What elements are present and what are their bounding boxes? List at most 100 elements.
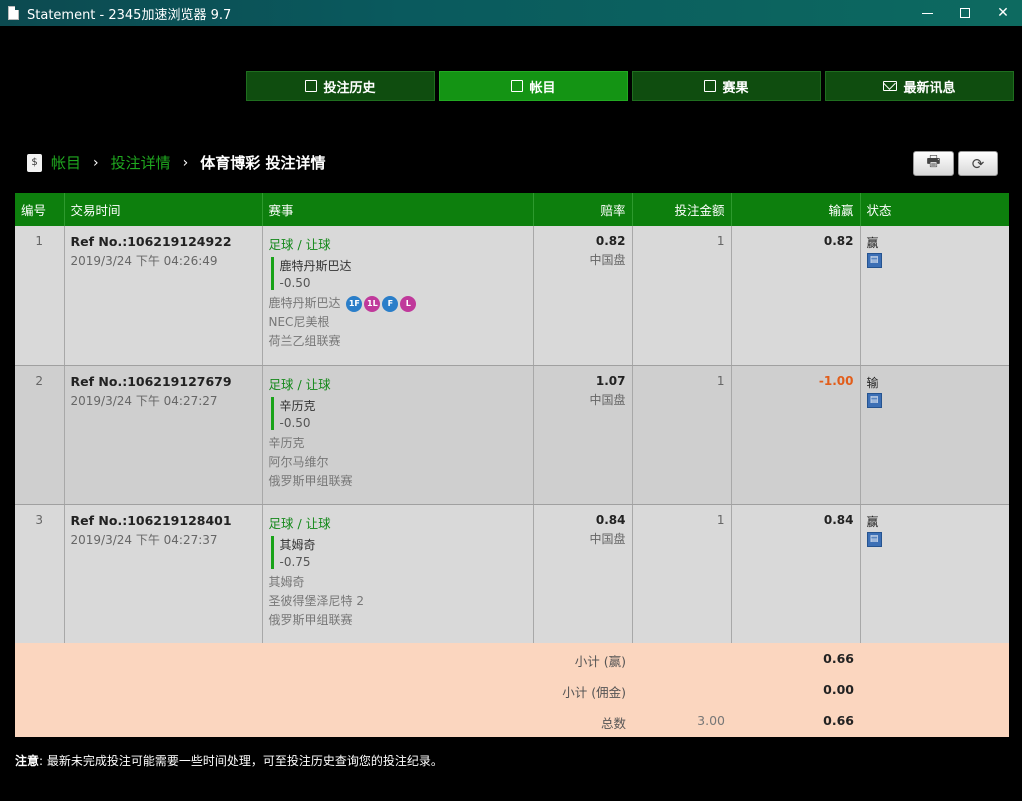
ref-cell: Ref No.:106219124922 2019/3/24 下午 04:26:…: [64, 226, 263, 366]
breadcrumb-current: 体育博彩 投注详情: [200, 154, 326, 172]
result-detail-icon[interactable]: ▤: [866, 253, 882, 268]
tab-label: 赛果: [722, 80, 749, 96]
subtotal-commission-label: 小计 (佣金): [562, 685, 626, 700]
event-cell: 足球 / 让球 其姆奇 -0.75 其姆奇 圣彼得堡泽尼特 2 俄罗斯甲组联赛: [262, 504, 534, 644]
sport-type: 足球 / 让球: [268, 237, 331, 252]
notice-text: : 最新未完成投注可能需要一些时间处理，可至投注历史查询您的投注纪录。: [39, 754, 443, 768]
winloss-value: -1.00: [818, 373, 854, 388]
ref-no: Ref No.:106219124922: [70, 234, 232, 249]
first-half-badge[interactable]: 1F: [346, 295, 363, 312]
selection-block: 辛历克 -0.50: [270, 396, 527, 430]
maximize-button[interactable]: [946, 0, 984, 26]
row-number: 2: [15, 365, 65, 505]
event-cell: 足球 / 让球 辛历克 -0.50 辛历克 阿尔马维尔 俄罗斯甲组联赛: [262, 365, 534, 505]
selection-block: 鹿特丹斯巴达 -0.50: [270, 257, 527, 290]
results-icon: [704, 80, 717, 92]
total-value: 0.66: [823, 713, 854, 728]
breadcrumb: $ 帐目 › 投注详情 › 体育博彩 投注详情: [27, 152, 325, 173]
home-team: 其姆奇: [268, 574, 305, 589]
breadcrumb-separator: ›: [182, 154, 189, 171]
txn-time: 2019/3/24 下午 04:27:27: [70, 393, 218, 408]
print-button[interactable]: 🖶: [913, 151, 954, 176]
history-icon: [305, 80, 318, 92]
first-half-live-badge[interactable]: 1L: [364, 295, 381, 312]
handicap: -0.50: [279, 276, 311, 290]
mail-icon: [883, 81, 898, 91]
table-row: 1 Ref No.:106219124922 2019/3/24 下午 04:2…: [15, 226, 1009, 366]
row-number: 3: [15, 504, 65, 644]
result-detail-icon[interactable]: ▤: [866, 392, 882, 408]
breadcrumb-statement-link[interactable]: 帐目: [51, 152, 81, 173]
sport-type: 足球 / 让球: [268, 376, 331, 392]
away-team: 阿尔马维尔: [268, 454, 329, 469]
notice: 注意: 最新未完成投注可能需要一些时间处理，可至投注历史查询您的投注纪录。: [15, 752, 443, 769]
match-info: 辛历克 阿尔马维尔 俄罗斯甲组联赛: [269, 434, 527, 491]
status-text: 输: [866, 375, 879, 390]
col-stake: 投注金额: [632, 193, 732, 226]
summary-panel: 小计 (赢) 0.66 小计 (佣金) 0.00 总数 3.00 0.66: [15, 643, 1009, 737]
handicap: -0.50: [279, 415, 311, 430]
odds-value: 1.07: [595, 373, 626, 388]
home-team: 辛历克: [268, 435, 305, 450]
league: 荷兰乙组联赛: [268, 334, 341, 348]
table-row: 2 Ref No.:106219127679 2019/3/24 下午 04:2…: [15, 365, 1009, 505]
txn-time: 2019/3/24 下午 04:27:37: [70, 532, 218, 547]
tab-statement[interactable]: 帐目: [439, 71, 628, 101]
minimize-icon: [921, 12, 933, 14]
toolbar: 🖶 ⟳: [913, 151, 998, 176]
window-titlebar: Statement - 2345加速浏览器 9.7 ✕: [0, 0, 1022, 26]
printer-icon: 🖶: [926, 152, 941, 170]
winloss-value: 0.84: [823, 512, 854, 527]
tab-label: 最新讯息: [903, 80, 956, 96]
away-team: 圣彼得堡泽尼特 2: [268, 593, 364, 608]
refresh-icon: ⟳: [971, 154, 985, 173]
document-icon: [8, 6, 19, 20]
odds-cell: 0.84 中国盘: [533, 504, 633, 644]
col-odds: 赔率: [533, 193, 633, 226]
subtotal-commission-row: 小计 (佣金) 0.00: [15, 682, 1009, 702]
winloss-cell: -1.00: [731, 365, 861, 505]
winloss-value: 0.82: [823, 234, 854, 248]
league: 俄罗斯甲组联赛: [268, 612, 353, 627]
event-cell: 足球 / 让球 鹿特丹斯巴达 -0.50 鹿特丹斯巴达 1F 1L F L NEC尼美…: [262, 226, 534, 366]
refresh-button[interactable]: ⟳: [958, 151, 998, 176]
result-detail-icon[interactable]: ▤: [866, 531, 882, 547]
winloss-cell: 0.82: [731, 226, 861, 366]
status-text: 赢: [866, 514, 879, 529]
ref-no: Ref No.:106219128401: [70, 512, 232, 528]
close-button[interactable]: ✕: [984, 0, 1022, 26]
live-badge[interactable]: L: [400, 295, 417, 312]
match-info: 其姆奇 圣彼得堡泽尼特 2 俄罗斯甲组联赛: [269, 573, 527, 630]
tab-bet-history[interactable]: 投注历史: [246, 71, 435, 101]
stake-cell: 1: [632, 226, 732, 366]
status-cell: 输 ▤: [860, 365, 1009, 505]
col-status: 状态: [860, 193, 1009, 226]
selection-block: 其姆奇 -0.75: [270, 535, 527, 569]
handicap: -0.75: [279, 554, 311, 569]
selection-team: 鹿特丹斯巴达: [279, 259, 352, 273]
tab-messages[interactable]: 最新讯息: [825, 71, 1014, 101]
col-event: 赛事: [262, 193, 534, 226]
col-time: 交易时间: [64, 193, 263, 226]
txn-time: 2019/3/24 下午 04:26:49: [70, 254, 218, 268]
breadcrumb-bet-detail-link[interactable]: 投注详情: [111, 152, 171, 173]
bill-icon: $: [27, 153, 42, 172]
subtotal-win-label: 小计 (赢): [574, 654, 626, 669]
status-cell: 赢 ▤: [860, 226, 1009, 366]
ref-cell: Ref No.:106219127679 2019/3/24 下午 04:27:…: [64, 365, 263, 505]
tab-label: 帐目: [529, 80, 556, 96]
total-row: 总数 3.00 0.66: [15, 713, 1009, 733]
full-time-badge[interactable]: F: [382, 295, 399, 312]
odds-value: 0.82: [595, 234, 626, 248]
away-team: NEC尼美根: [268, 315, 330, 329]
bet-detail-table: 编号 交易时间 赛事 赔率 投注金额 输赢 状态 1 Ref No.:10621…: [15, 193, 1009, 644]
odds-cell: 0.82 中国盘: [533, 226, 633, 366]
league: 俄罗斯甲组联赛: [268, 473, 353, 488]
minimize-button[interactable]: [908, 0, 946, 26]
odds-type: 中国盘: [589, 392, 626, 407]
window-title: Statement - 2345加速浏览器 9.7: [27, 7, 232, 23]
tab-results[interactable]: 赛果: [632, 71, 821, 101]
status-text: 赢: [866, 236, 879, 250]
ref-no: Ref No.:106219127679: [70, 373, 232, 389]
home-team: 鹿特丹斯巴达: [268, 296, 341, 310]
